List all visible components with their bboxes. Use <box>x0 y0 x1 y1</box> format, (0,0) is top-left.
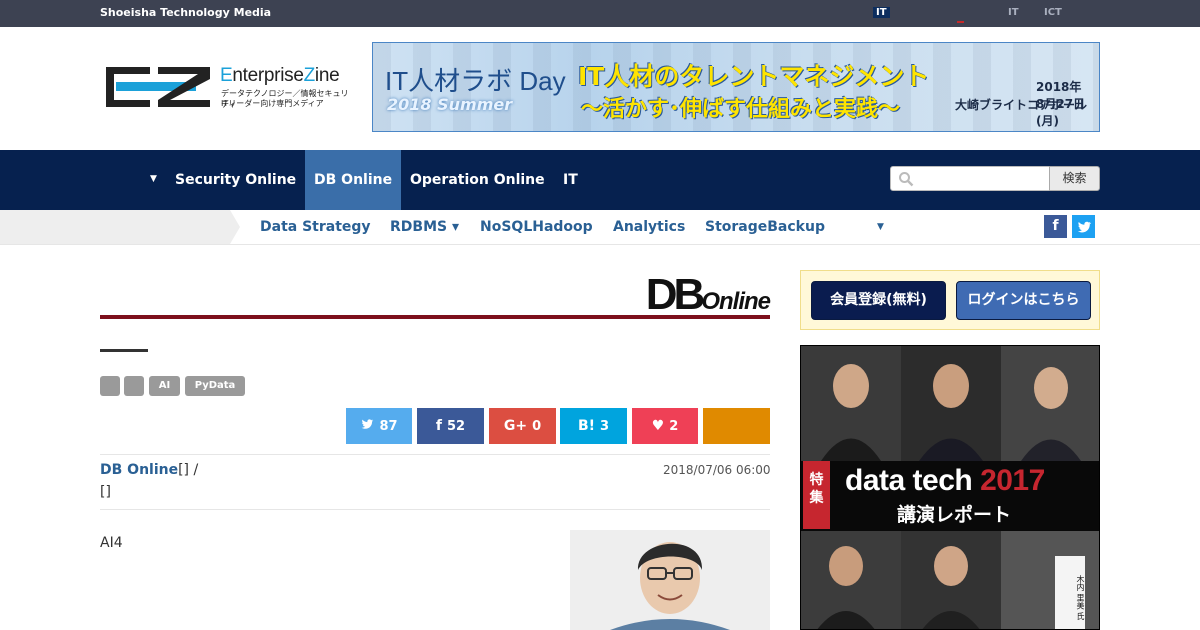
share-google-plus-button[interactable]: G+ 0 <box>489 408 556 444</box>
feature-label: 特集 <box>803 461 830 529</box>
publisher-brand[interactable]: Shoeisha Technology Media <box>100 6 271 19</box>
ad-subtitle: 講演レポート <box>897 504 1012 526</box>
nav-item-db-online[interactable]: DB Online <box>305 150 402 210</box>
site-switch-it[interactable]: IT <box>1008 7 1019 18</box>
nav-dropdown-caret-icon[interactable]: ▼ <box>150 174 157 184</box>
site-header: EnterpriseZine データテクノロジー／情報セキュリティ ITリーダー… <box>0 27 1200 150</box>
speaker-photo <box>570 530 770 630</box>
active-indicator <box>957 21 964 23</box>
subnav-more-caret-icon[interactable]: ▼ <box>877 222 884 232</box>
share-facebook-button[interactable]: f 52 <box>417 408 484 444</box>
author-link[interactable]: DB Online <box>100 462 178 478</box>
author-extra: [] / <box>178 462 199 478</box>
logo-tagline-2: ITリーダー向け専門メディア <box>221 99 324 108</box>
search-icon <box>899 172 914 187</box>
share-pocket-button[interactable]: ♥ 2 <box>632 408 698 444</box>
main-nav: ▼ Security Online DB Online Operation On… <box>0 150 1200 210</box>
twitter-icon[interactable] <box>1072 215 1095 238</box>
subnav-label-tab <box>0 210 240 244</box>
author-line: DB Online[] / <box>100 462 198 478</box>
feature-ad-datatech[interactable]: 特集 data tech 2017 講演レポート 木内 里美 氏 <box>800 345 1100 630</box>
facebook-icon: f <box>435 418 442 434</box>
tag-ai[interactable]: AI <box>149 376 180 396</box>
share-hatena-button[interactable]: B! 3 <box>560 408 627 444</box>
article-lead: AI4 <box>100 535 123 551</box>
nav-item-security-online[interactable]: Security Online <box>166 150 305 210</box>
ad-title: data tech 2017 <box>845 464 1045 497</box>
tag-2[interactable] <box>124 376 144 396</box>
divider <box>100 454 770 455</box>
logo-wordmark: EnterpriseZine <box>220 65 340 86</box>
share-twitter-button[interactable]: 87 <box>346 408 412 444</box>
search-input[interactable] <box>890 166 1050 191</box>
divider <box>100 509 770 510</box>
site-switch-it-active[interactable]: IT <box>873 7 890 18</box>
subnav-item-data-strategy[interactable]: Data Strategy <box>260 219 371 235</box>
google-plus-icon: G+ <box>503 418 528 434</box>
ez-logo-mark-icon <box>106 67 210 107</box>
tag-1[interactable] <box>100 376 120 396</box>
top-bar: Shoeisha Technology Media IT IT ICT <box>0 0 1200 27</box>
banner-venue: 大崎ブライトコアホール <box>954 98 1087 112</box>
publish-date: 2018/07/06 06:00 <box>663 463 771 477</box>
title-rule <box>100 349 148 352</box>
share-count-pocket: 2 <box>669 419 679 434</box>
hatena-bookmark-icon: B! <box>577 418 595 434</box>
tag-pydata[interactable]: PyData <box>185 376 245 396</box>
sub-nav: Data Strategy RDBMS ▾ NoSQLHadoop Analyt… <box>0 210 1200 245</box>
event-banner-ad[interactable]: IT人材ラボ Day 2018 Summer IT人材のタレントマネジメント 〜… <box>372 42 1100 132</box>
subnav-item-rdbms[interactable]: RDBMS ▾ <box>390 219 459 235</box>
speaker-portrait-icon <box>570 530 770 630</box>
author-line-2: [] <box>100 484 111 500</box>
site-search: 検索 <box>890 166 1100 191</box>
share-other-button[interactable] <box>703 408 770 444</box>
login-button[interactable]: ログインはこちら <box>956 281 1091 320</box>
member-box: 会員登録(無料) ログインはこちら <box>800 270 1100 330</box>
subnav-item-storage-backup[interactable]: StorageBackup <box>705 219 825 235</box>
facebook-icon[interactable]: f <box>1044 215 1067 238</box>
search-button[interactable]: 検索 <box>1049 166 1100 191</box>
banner-event-name: IT人材ラボ Day <box>385 66 566 96</box>
banner-headline-2: 〜活かす･伸ばす仕組みと実践〜 <box>581 97 901 122</box>
subnav-item-analytics[interactable]: Analytics <box>613 219 685 235</box>
section-header: DBOnline <box>100 266 771 321</box>
share-count-facebook: 52 <box>447 419 466 434</box>
speaker-nameplate: 木内 里美 氏 <box>1055 556 1085 629</box>
share-count-hatena: 3 <box>600 419 610 434</box>
enterprisezine-logo[interactable]: EnterpriseZine データテクノロジー／情報セキュリティ ITリーダー… <box>106 65 356 109</box>
share-count-twitter: 87 <box>379 419 398 434</box>
banner-season: 2018 Summer <box>387 95 513 114</box>
twitter-icon <box>362 419 374 429</box>
nav-item-operation-online[interactable]: Operation Online <box>401 150 554 210</box>
db-online-logo[interactable]: DBOnline <box>646 270 771 319</box>
pocket-icon: ♥ <box>651 418 665 434</box>
site-switch-ict[interactable]: ICT <box>1044 7 1062 18</box>
section-rule <box>100 315 770 319</box>
nav-item-it[interactable]: IT <box>554 150 587 210</box>
banner-headline-1: IT人材のタレントマネジメント <box>578 62 930 91</box>
register-button[interactable]: 会員登録(無料) <box>811 281 946 320</box>
subnav-item-nosql-hadoop[interactable]: NoSQLHadoop <box>480 219 593 235</box>
share-count-google-plus: 0 <box>532 419 542 434</box>
